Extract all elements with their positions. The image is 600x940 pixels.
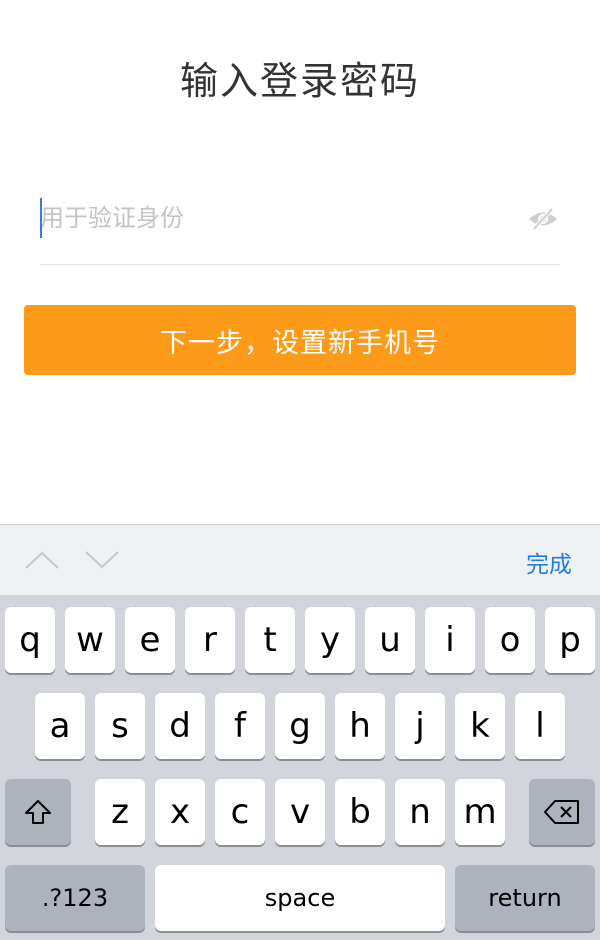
key-d[interactable]: d [155,693,205,759]
key-w[interactable]: w [65,607,115,673]
key-b[interactable]: b [335,779,385,845]
password-field-row [40,188,560,265]
return-key[interactable]: return [455,865,595,931]
key-h[interactable]: h [335,693,385,759]
page-title: 输入登录密码 [179,59,420,103]
space-key[interactable]: space [155,865,445,931]
key-j[interactable]: j [395,693,445,759]
key-a[interactable]: a [35,693,85,759]
key-t[interactable]: t [245,607,295,673]
backspace-icon[interactable] [529,779,595,845]
key-z[interactable]: z [95,779,145,845]
key-c[interactable]: c [215,779,265,845]
eye-slash-icon[interactable] [526,202,560,236]
shift-icon[interactable] [5,779,71,845]
text-cursor [40,198,42,238]
key-y[interactable]: y [305,607,355,673]
key-p[interactable]: p [545,607,595,673]
key-m[interactable]: m [455,779,505,845]
chevron-up-icon[interactable] [22,545,62,575]
keyboard: q w e r t y u i o p a s d f g h j k l z … [0,595,600,940]
key-e[interactable]: e [125,607,175,673]
key-n[interactable]: n [395,779,445,845]
key-v[interactable]: v [275,779,325,845]
key-g[interactable]: g [275,693,325,759]
next-step-button[interactable]: 下一步，设置新手机号 [24,305,576,375]
key-r[interactable]: r [185,607,235,673]
key-u[interactable]: u [365,607,415,673]
key-q[interactable]: q [5,607,55,673]
key-s[interactable]: s [95,693,145,759]
key-l[interactable]: l [515,693,565,759]
password-input[interactable] [40,196,510,240]
key-x[interactable]: x [155,779,205,845]
key-f[interactable]: f [215,693,265,759]
key-k[interactable]: k [455,693,505,759]
key-o[interactable]: o [485,607,535,673]
key-i[interactable]: i [425,607,475,673]
chevron-down-icon[interactable] [82,545,122,575]
keyboard-accessory-bar: 完成 [0,524,600,595]
done-button[interactable]: 完成 [526,545,572,579]
numbers-key[interactable]: .?123 [5,865,145,931]
